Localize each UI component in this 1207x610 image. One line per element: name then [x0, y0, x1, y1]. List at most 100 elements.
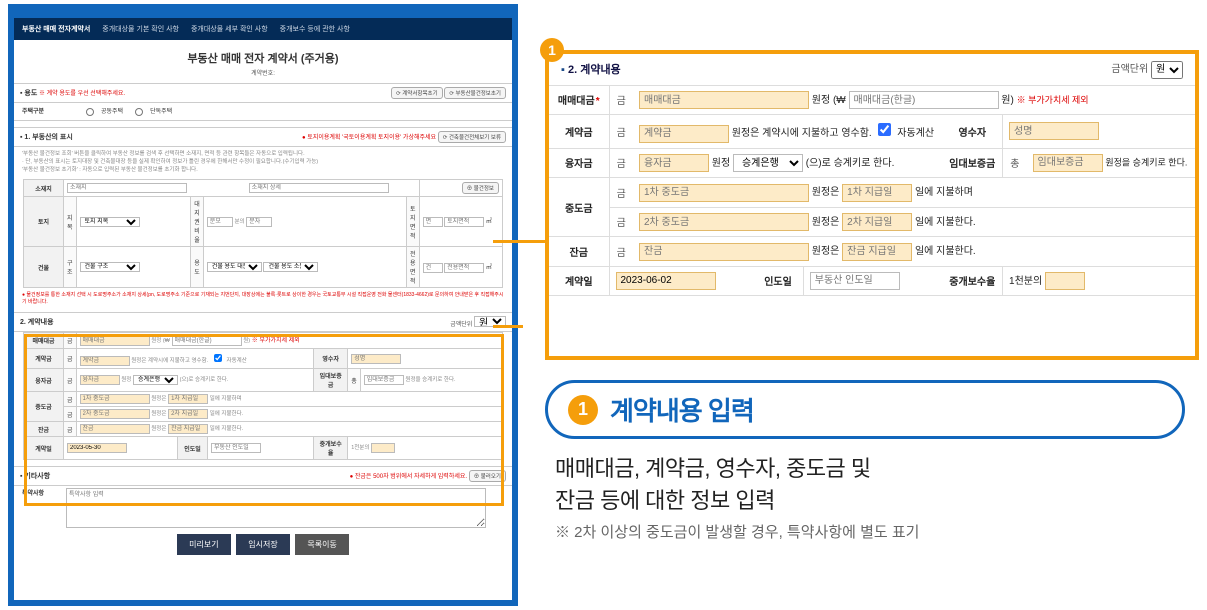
tab-detail[interactable]: 중개대상물 세부 확인 사항 [191, 24, 268, 34]
z-deposit-sub: 총 [1003, 148, 1027, 178]
special-terms-label: 특약사항 [22, 488, 62, 497]
house-type-label: 주택구분 [22, 106, 77, 115]
z-mm-input[interactable] [639, 91, 809, 109]
jd2-date-input-s[interactable] [168, 409, 208, 419]
z-receiver-input[interactable] [1009, 122, 1099, 140]
reset-property-button[interactable]: ⟳ 부동산물건정보초기 [444, 87, 506, 99]
z-jg-mid: 원정은 [812, 246, 840, 257]
z-yz-bank-select[interactable]: 승계은행 [733, 154, 803, 172]
yz-input-s[interactable] [80, 375, 120, 385]
receiver-label-s: 영수자 [314, 349, 348, 369]
z-jd1-input[interactable] [639, 184, 809, 202]
z-feerate-input[interactable] [1045, 272, 1085, 290]
mm-sub-s: 금 [64, 333, 77, 349]
mm-input-s[interactable] [80, 336, 150, 346]
cg-tail-s: 원정은 계약시에 지불하고 영수함. [131, 358, 208, 364]
z-mm-note: ※ 부가가치세 제외 [1017, 95, 1089, 105]
jg-date-input-s[interactable] [168, 424, 208, 434]
z-cd-label: 계약일 [549, 266, 609, 296]
z-cg-label: 계약금 [549, 115, 609, 149]
yz-bank-select-s[interactable]: 승계은행 [133, 375, 178, 385]
z-yz-mid: 원정 [712, 158, 730, 169]
mm-tail-s: 원) [243, 338, 250, 344]
z-jd-label: 중도금 [549, 178, 609, 237]
property-desc-2: · 단, 부동산의 표시는 토지대장 및 건축물대장 등을 실제 확인하여 정보… [22, 157, 504, 165]
z-jd1-date-input[interactable] [842, 184, 912, 202]
jd2-tail-s: 일에 지불한다. [210, 411, 243, 417]
tab-basic[interactable]: 중개대상물 기본 확인 사항 [102, 24, 179, 34]
ratio-denom-input[interactable] [207, 217, 233, 227]
explain-badge: 1 [568, 395, 598, 425]
z-jg-date-input[interactable] [842, 243, 912, 261]
use-minor-select[interactable]: 건물 용도 소분류 [263, 262, 318, 272]
z-cg-input[interactable] [639, 125, 729, 143]
z-jd2-input[interactable] [639, 213, 809, 231]
address-input[interactable] [67, 183, 187, 193]
cg-auto-check-s[interactable] [214, 354, 222, 362]
jd1-input-s[interactable] [80, 394, 150, 404]
house-type-apartment-radio[interactable] [86, 108, 94, 116]
etc-load-button[interactable]: ⊕ 불러오기 [469, 470, 506, 482]
yz-label-s: 융자금 [24, 369, 64, 392]
z-jg-tail: 일에 지불한다. [915, 246, 976, 257]
top-tabs: 부동산 매매 전자계약서 중개대상물 기본 확인 사항 중개대상물 세부 확인 … [14, 18, 512, 40]
z-handover-input[interactable] [810, 272, 900, 290]
handover-input-s[interactable] [211, 443, 261, 453]
house-type-apartment-label: 공동주택 [101, 106, 123, 115]
jg-mid-s: 원정은 [151, 426, 166, 432]
cg-label-s: 계약금 [24, 349, 64, 369]
zoom-unit-select[interactable]: 원 [1151, 61, 1183, 79]
ratio-numer-input[interactable] [246, 217, 272, 227]
callout-badge-1: 1 [540, 38, 564, 62]
bldg-area-1-input[interactable] [423, 263, 443, 273]
z-receiver-label: 영수자 [943, 115, 1003, 149]
z-mm-hangul-input[interactable] [849, 91, 999, 109]
explain-note: ※ 2차 이상의 중도금이 발생할 경우, 특약사항에 별도 표기 [555, 521, 1199, 542]
cg-input-s[interactable] [80, 356, 130, 366]
struct-select[interactable]: 건물 구조 [80, 262, 140, 272]
z-jd2-date-input[interactable] [842, 213, 912, 231]
feerate-input-s[interactable] [371, 443, 395, 453]
bldg-area-2-input[interactable] [444, 263, 484, 273]
z-jd1-sub: 금 [609, 178, 633, 208]
jg-input-s[interactable] [80, 424, 150, 434]
tab-contract[interactable]: 부동산 매매 전자계약서 [22, 24, 90, 34]
preview-button[interactable]: 미리보기 [177, 534, 230, 555]
section-property-title: ▪ 1. 부동산의 표시 [20, 132, 73, 142]
view-building-button[interactable]: ⟳ 건축물건전체보기 보류 [438, 131, 506, 143]
list-button[interactable]: 목록이동 [295, 534, 348, 555]
jimok-select[interactable]: 토지 지목 [80, 217, 140, 227]
z-deposit-input[interactable] [1033, 154, 1103, 172]
deposit-input-s[interactable] [364, 375, 404, 385]
tab-fee[interactable]: 중개보수 등에 관한 사항 [280, 24, 350, 34]
address-detail-input[interactable] [249, 183, 389, 193]
z-jg-sub: 금 [609, 237, 633, 267]
mm-label-s: 매매대금 [24, 333, 64, 349]
z-yz-input[interactable] [639, 154, 709, 172]
reset-contract-button[interactable]: ⟳ 계약서항목초기 [391, 87, 443, 99]
z-cg-auto-check[interactable] [878, 123, 891, 136]
property-desc-3: '부동산 물건정보 초기화' : 자동으로 입력된 부동산 물건정보를 초기화 … [22, 165, 504, 173]
section-contract-small: 2. 계약내용 금액단위 원 [14, 312, 512, 332]
jd2-input-s[interactable] [80, 409, 150, 419]
cg-sub-s: 금 [64, 349, 77, 369]
jd1-date-input-s[interactable] [168, 394, 208, 404]
z-jg-input[interactable] [639, 243, 809, 261]
z-jd1-mid: 원정은 [812, 187, 840, 198]
land-area-1-input[interactable] [423, 217, 443, 227]
yz-mid-s: 원정 [121, 377, 131, 383]
special-terms-textarea[interactable] [66, 488, 486, 528]
z-cd-input[interactable] [616, 272, 716, 290]
z-feerate-label: 중개보수율 [943, 266, 1003, 296]
property-lookup-button[interactable]: ⊕ 물건정보 [462, 182, 499, 194]
mm-hangul-input-s[interactable] [172, 336, 242, 346]
land-area-2-input[interactable] [444, 217, 484, 227]
use-major-select[interactable]: 건물 용도 대분류 [207, 262, 262, 272]
use-label: 용도 [191, 247, 204, 288]
tempsave-button[interactable]: 임시저장 [236, 534, 289, 555]
house-type-detached-radio[interactable] [135, 108, 143, 116]
cd-input-s[interactable] [67, 443, 127, 453]
receiver-input-s[interactable] [351, 354, 401, 364]
explain-bubble: 1 계약내용 입력 [545, 380, 1185, 439]
property-desc-1: '부동산 물건정보 조회' 버튼을 클릭하여 부동산 정보를 검색 후 선택하면… [22, 149, 504, 157]
